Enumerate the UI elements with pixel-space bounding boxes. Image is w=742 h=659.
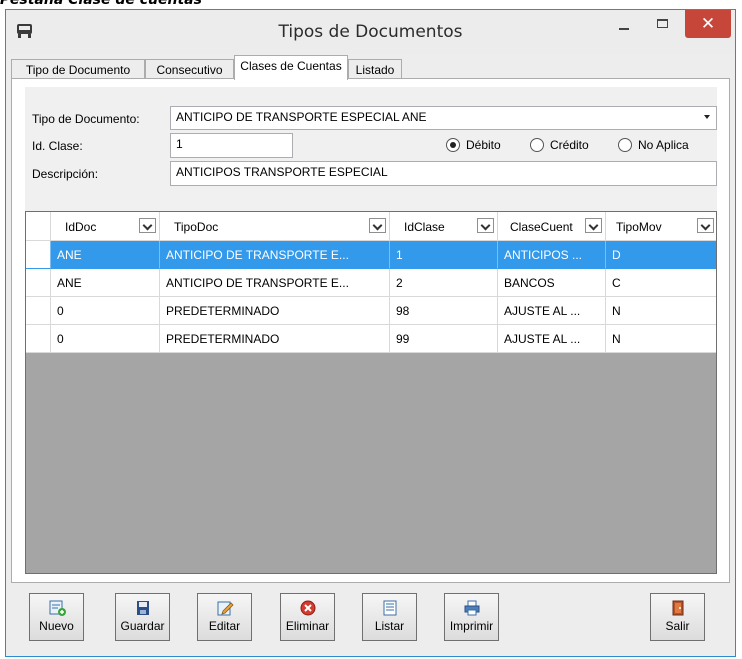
credito-radio[interactable]: Crédito bbox=[530, 138, 589, 152]
table-row[interactable]: ANE ANTICIPO DE TRANSPORTE E... 2 BANCOS… bbox=[26, 269, 716, 297]
imprimir-button[interactable]: Imprimir bbox=[444, 593, 499, 641]
salir-label: Salir bbox=[665, 619, 690, 633]
column-filter-icon[interactable] bbox=[477, 218, 494, 233]
cell-tipodoc[interactable]: PREDETERMINADO bbox=[160, 325, 390, 353]
cell-tipodoc[interactable]: PREDETERMINADO bbox=[160, 297, 390, 325]
debito-label: Débito bbox=[466, 138, 501, 152]
cell-tipomov[interactable]: N bbox=[606, 297, 716, 325]
minimize-button[interactable] bbox=[607, 12, 641, 42]
table-row[interactable]: 0 PREDETERMINADO 99 AJUSTE AL ... N bbox=[26, 325, 716, 353]
column-header-label: ClaseCuent bbox=[510, 220, 573, 234]
eliminar-button[interactable]: Eliminar bbox=[280, 593, 335, 641]
editar-button[interactable]: Editar bbox=[197, 593, 252, 641]
radio-unchecked-icon bbox=[618, 138, 632, 152]
radio-checked-icon bbox=[446, 138, 460, 152]
column-filter-icon[interactable] bbox=[585, 218, 602, 233]
listar-label: Listar bbox=[374, 619, 405, 633]
descripcion-input[interactable]: ANTICIPOS TRANSPORTE ESPECIAL bbox=[170, 161, 717, 186]
descripcion-label: Descripción: bbox=[32, 167, 99, 181]
save-icon bbox=[136, 601, 149, 615]
imprimir-label: Imprimir bbox=[449, 619, 494, 633]
tab-consecutivo[interactable]: Consecutivo bbox=[145, 59, 234, 79]
tab-clases-de-cuentas[interactable]: Clases de Cuentas bbox=[234, 55, 348, 80]
cell-tipomov[interactable]: D bbox=[606, 241, 716, 269]
cell-clasecuenta[interactable]: AJUSTE AL ... bbox=[498, 325, 606, 353]
chevron-down-icon bbox=[704, 115, 710, 119]
tab-panel: Tipo de Documento: ANTICIPO DE TRANSPORT… bbox=[11, 78, 730, 583]
listar-button[interactable]: Listar bbox=[362, 593, 417, 641]
credito-label: Crédito bbox=[550, 138, 589, 152]
cell-clasecuenta[interactable]: BANCOS bbox=[498, 269, 606, 297]
close-button[interactable]: ✕ bbox=[685, 10, 731, 38]
cell-idclase[interactable]: 99 bbox=[390, 325, 498, 353]
form-area: Tipo de Documento: ANTICIPO DE TRANSPORT… bbox=[25, 87, 717, 212]
column-header-iddoc[interactable]: IdDoc bbox=[51, 212, 160, 241]
column-filter-icon[interactable] bbox=[369, 218, 386, 233]
tipo-documento-combo[interactable]: ANTICIPO DE TRANSPORTE ESPECIAL ANE bbox=[170, 106, 717, 130]
cell-tipomov[interactable]: N bbox=[606, 325, 716, 353]
column-header-label: IdClase bbox=[404, 220, 445, 234]
minimize-icon bbox=[619, 28, 629, 30]
tipo-documento-value: ANTICIPO DE TRANSPORTE ESPECIAL ANE bbox=[176, 110, 427, 124]
cell-clasecuenta[interactable]: ANTICIPOS ... bbox=[498, 241, 606, 269]
tab-listado[interactable]: Listado bbox=[348, 59, 402, 79]
cell-idclase[interactable]: 1 bbox=[390, 241, 498, 269]
column-header-label: TipoMov bbox=[616, 220, 662, 234]
button-toolbar: Nuevo Guardar Editar Eliminar Listar Imp… bbox=[29, 593, 729, 643]
list-icon bbox=[383, 600, 396, 616]
cell-iddoc[interactable]: 0 bbox=[51, 297, 160, 325]
cell-iddoc[interactable]: ANE bbox=[51, 269, 160, 297]
cell-tipodoc[interactable]: ANTICIPO DE TRANSPORTE E... bbox=[160, 269, 390, 297]
debito-radio[interactable]: Débito bbox=[446, 138, 501, 152]
row-header[interactable] bbox=[26, 297, 51, 325]
radio-unchecked-icon bbox=[530, 138, 544, 152]
data-grid[interactable]: IdDoc TipoDoc IdClase ClaseCuent TipoMov bbox=[25, 211, 717, 574]
cell-idclase[interactable]: 2 bbox=[390, 269, 498, 297]
delete-icon bbox=[300, 600, 315, 616]
no-aplica-radio[interactable]: No Aplica bbox=[618, 138, 689, 152]
close-icon: ✕ bbox=[700, 14, 716, 34]
table-row[interactable]: 0 PREDETERMINADO 98 AJUSTE AL ... N bbox=[26, 297, 716, 325]
column-filter-icon[interactable] bbox=[139, 218, 156, 233]
column-header-clasecuenta[interactable]: ClaseCuent bbox=[498, 212, 606, 241]
new-document-icon bbox=[49, 600, 66, 616]
salir-button[interactable]: Salir bbox=[650, 593, 705, 641]
row-header[interactable] bbox=[26, 241, 51, 269]
cell-clasecuenta[interactable]: AJUSTE AL ... bbox=[498, 297, 606, 325]
eliminar-label: Eliminar bbox=[285, 619, 330, 633]
column-header-label: TipoDoc bbox=[174, 220, 219, 234]
table-row[interactable]: ANE ANTICIPO DE TRANSPORTE E... 1 ANTICI… bbox=[26, 241, 716, 269]
grid-header: IdDoc TipoDoc IdClase ClaseCuent TipoMov bbox=[26, 212, 716, 241]
cell-iddoc[interactable]: 0 bbox=[51, 325, 160, 353]
tipo-documento-label: Tipo de Documento: bbox=[32, 112, 140, 126]
nuevo-label: Nuevo bbox=[39, 619, 74, 633]
main-window: Tipos de Documentos ✕ Tipo de Documento … bbox=[5, 9, 736, 657]
nuevo-button[interactable]: Nuevo bbox=[29, 593, 84, 641]
row-header[interactable] bbox=[26, 325, 51, 353]
row-header-corner bbox=[26, 212, 51, 241]
printer-icon bbox=[464, 600, 479, 616]
guardar-label: Guardar bbox=[120, 619, 165, 633]
guardar-button[interactable]: Guardar bbox=[115, 593, 170, 641]
cell-tipodoc[interactable]: ANTICIPO DE TRANSPORTE E... bbox=[160, 241, 390, 269]
row-header[interactable] bbox=[26, 269, 51, 297]
editar-label: Editar bbox=[208, 619, 241, 633]
no-aplica-label: No Aplica bbox=[638, 138, 689, 152]
id-clase-input[interactable]: 1 bbox=[170, 133, 293, 158]
column-header-tipomov[interactable]: TipoMov bbox=[606, 212, 716, 241]
id-clase-label: Id. Clase: bbox=[32, 139, 83, 153]
tab-tipo-documento[interactable]: Tipo de Documento bbox=[11, 59, 145, 79]
edit-icon bbox=[217, 601, 234, 616]
column-header-label: IdDoc bbox=[65, 220, 97, 234]
column-header-tipodoc[interactable]: TipoDoc bbox=[160, 212, 390, 241]
cell-iddoc[interactable]: ANE bbox=[51, 241, 160, 269]
column-header-idclase[interactable]: IdClase bbox=[390, 212, 498, 241]
maximize-button[interactable] bbox=[646, 12, 680, 42]
maximize-icon bbox=[657, 19, 668, 28]
column-filter-icon[interactable] bbox=[697, 218, 714, 233]
cell-tipomov[interactable]: C bbox=[606, 269, 716, 297]
exit-door-icon bbox=[672, 600, 683, 616]
cell-idclase[interactable]: 98 bbox=[390, 297, 498, 325]
title-bar: Tipos de Documentos ✕ bbox=[6, 10, 735, 54]
